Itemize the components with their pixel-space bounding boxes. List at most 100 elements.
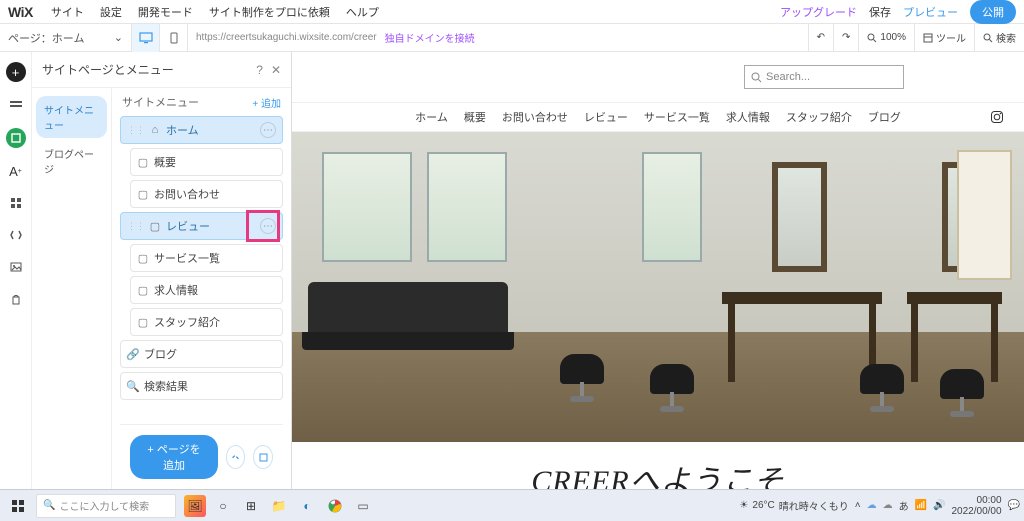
weather-widget[interactable]: ☀ 26°C 晴れ時々くもり (739, 498, 848, 513)
page-item-contact[interactable]: ▢ お問い合わせ (130, 180, 283, 208)
page-item-search-results[interactable]: 🔍 検索結果 (120, 372, 283, 400)
panel-close-button[interactable]: ✕ (271, 63, 281, 77)
media-button[interactable] (7, 194, 25, 212)
weather-text: 晴れ時々くもり (779, 498, 849, 513)
search-icon (751, 72, 762, 83)
page-item-home[interactable]: ⋮⋮ ⌂ ホーム ⋯ (120, 116, 283, 144)
page-item-label: ブログ (144, 346, 177, 362)
page-item-label: スタッフ紹介 (154, 314, 220, 330)
editor-toolbar: ページ：ホーム ⌄ https://creertsukaguchi.wixsit… (0, 24, 1024, 52)
editor-canvas[interactable]: Search... ホーム 概要 お問い合わせ レビュー サービス一覧 求人情報… (292, 52, 1024, 489)
taskbar-app-7[interactable]: ▭ (352, 495, 374, 517)
site-nav-item[interactable]: ホーム (415, 109, 448, 125)
zoom-display[interactable]: 100% (858, 24, 914, 51)
taskbar-app-explorer[interactable]: 📁 (268, 495, 290, 517)
connect-domain-link[interactable]: 独自ドメインを接続 (385, 30, 475, 45)
instagram-icon[interactable] (990, 110, 1004, 124)
tray-clock[interactable]: 00:00 2022/00/00 (951, 495, 1001, 517)
site-nav-item[interactable]: 求人情報 (726, 109, 770, 125)
main-area: + A+ サイトページとメニュー ? ✕ サイトメニュー ブログページ サイトメ… (0, 52, 1024, 489)
add-page-link[interactable]: + 追加 (252, 95, 281, 110)
site-design-button[interactable] (6, 128, 26, 148)
home-icon: ⌂ (149, 124, 161, 136)
redo-button[interactable]: ↷ (833, 24, 858, 51)
site-url-text: https://creertsukaguchi.wixsite.com/cree… (196, 32, 377, 43)
site-hero-image (292, 132, 1024, 442)
image-button[interactable] (7, 258, 25, 276)
mobile-view-button[interactable] (160, 24, 188, 52)
mobile-icon (170, 32, 178, 44)
pages-list: サイトメニュー + 追加 ⋮⋮ ⌂ ホーム ⋯ ▢ 概要 ▢ お問い合わせ (112, 88, 291, 489)
tray-ime-icon[interactable]: あ (899, 498, 909, 513)
tools-button[interactable]: ツール (914, 24, 974, 51)
page-settings-button[interactable] (253, 445, 273, 469)
site-welcome-heading: CREERへようこそ (292, 442, 1024, 489)
page-item-staff[interactable]: ▢ スタッフ紹介 (130, 308, 283, 336)
desktop-icon (139, 32, 153, 44)
page-item-review[interactable]: ⋮⋮ ▢ レビュー ⋯ (120, 212, 283, 240)
menu-help[interactable]: ヘルプ (338, 4, 387, 20)
page-item-label: ホーム (166, 122, 199, 138)
menu-hire-pro[interactable]: サイト制作をプロに依頼 (201, 4, 338, 20)
page-item-about[interactable]: ▢ 概要 (130, 148, 283, 176)
menu-dev-mode[interactable]: 開発モード (130, 4, 201, 20)
bag-icon (11, 293, 21, 305)
tray-volume-icon[interactable]: 🔊 (933, 500, 945, 511)
start-button[interactable] (4, 492, 32, 520)
chrome-icon (328, 499, 342, 513)
page-selector[interactable]: ページ：ホーム ⌄ (0, 24, 132, 51)
site-nav-item[interactable]: レビュー (584, 109, 628, 125)
tray-onedrive-icon[interactable]: ☁ (883, 500, 893, 511)
pages-button[interactable] (7, 96, 25, 114)
content-button[interactable] (7, 226, 25, 244)
undo-button[interactable]: ↶ (808, 24, 833, 51)
page-item-actions[interactable]: ⋯ (260, 218, 276, 234)
nav-blog-pages[interactable]: ブログページ (36, 140, 107, 182)
site-nav-item[interactable]: サービス一覧 (644, 109, 710, 125)
link-icon (230, 452, 241, 463)
app-market-button[interactable]: A+ (7, 162, 25, 180)
tray-onedrive-novo-icon[interactable]: ☁ (867, 500, 877, 511)
add-element-button[interactable]: + (6, 62, 26, 82)
site-nav-item[interactable]: ブログ (868, 109, 901, 125)
store-button[interactable] (7, 290, 25, 308)
page-item-jobs[interactable]: ▢ 求人情報 (130, 276, 283, 304)
page-item-services[interactable]: ▢ サービス一覧 (130, 244, 283, 272)
windows-icon (11, 499, 25, 513)
page-item-blog[interactable]: 🔗 ブログ (120, 340, 283, 368)
upgrade-link[interactable]: アップグレード (774, 4, 863, 20)
site-nav-item[interactable]: 概要 (464, 109, 486, 125)
publish-button[interactable]: 公開 (970, 0, 1016, 24)
menu-site[interactable]: サイト (43, 4, 92, 20)
panel-help-button[interactable]: ? (256, 63, 263, 77)
taskbar-app-edge[interactable]: ◐ (296, 495, 318, 517)
page-item-actions[interactable]: ⋯ (260, 122, 276, 138)
taskbar-app-cortana[interactable]: ○ (212, 495, 234, 517)
page-item-label: レビュー (166, 218, 210, 234)
pages-panel-footer: + ページを追加 (120, 424, 283, 489)
desktop-view-button[interactable] (132, 24, 160, 52)
taskbar-search[interactable]: 🔍 ここに入力して検索 (36, 494, 176, 518)
taskbar-app-chrome[interactable] (324, 495, 346, 517)
site-nav-item[interactable]: お問い合わせ (502, 109, 568, 125)
search-icon: 🔍 (43, 500, 55, 511)
menu-settings[interactable]: 設定 (92, 4, 130, 20)
sun-icon: ☀ (739, 500, 748, 511)
device-toggle (132, 24, 188, 51)
page-icon: ▢ (137, 188, 149, 201)
tray-wifi-icon[interactable]: 📶 (915, 500, 927, 511)
nav-site-menu[interactable]: サイトメニュー (36, 96, 107, 138)
tray-notifications-icon[interactable]: 💬 (1008, 500, 1020, 511)
taskbar-app-taskview[interactable]: ⊞ (240, 495, 262, 517)
site-header: Search... (292, 52, 1024, 102)
site-search-box[interactable]: Search... (744, 65, 904, 89)
tray-chevron-up-icon[interactable]: ˄ (855, 500, 861, 511)
taskbar-app-1[interactable]: 🖼 (184, 495, 206, 517)
site-nav-item[interactable]: スタッフ紹介 (786, 109, 852, 125)
preview-link[interactable]: プレビュー (897, 4, 964, 20)
list-header-label: サイトメニュー (122, 94, 199, 110)
add-page-button[interactable]: + ページを追加 (130, 435, 218, 479)
search-button[interactable]: 検索 (974, 24, 1024, 51)
dynamic-page-button[interactable] (226, 445, 246, 469)
save-link[interactable]: 保存 (863, 4, 897, 20)
